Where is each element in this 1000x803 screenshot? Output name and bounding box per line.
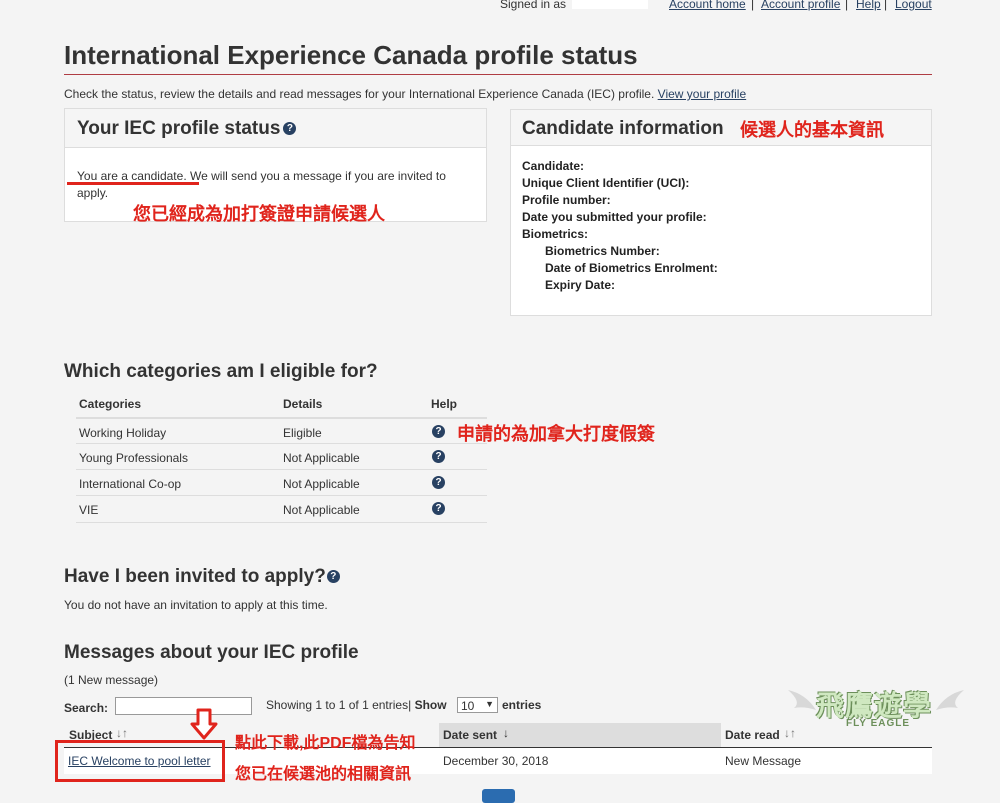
help-icon[interactable]: ? (432, 502, 445, 515)
intro-sentence: Check the status, review the details and… (64, 87, 655, 101)
annotation-underline (67, 182, 199, 185)
intro-text: Check the status, review the details and… (64, 87, 746, 101)
arrow-down-icon (190, 708, 218, 740)
expiry-date-label: Expiry Date: (545, 278, 616, 292)
title-divider (64, 74, 932, 75)
entries-separator: | (408, 698, 412, 712)
nav-separator: | (751, 0, 755, 11)
category-details: Not Applicable (283, 451, 360, 465)
profile-status-title: Your IEC profile status? (77, 118, 297, 140)
column-header-help: Help (431, 397, 458, 411)
account-profile-link[interactable]: Account profile (761, 0, 840, 11)
table-row: Working Holiday Eligible ? (76, 417, 487, 445)
help-icon[interactable]: ? (432, 425, 445, 438)
logout-link[interactable]: Logout (895, 0, 932, 11)
watermark-subtext: FLY EAGLE (846, 718, 911, 729)
help-link[interactable]: Help (856, 0, 881, 11)
page-title: International Experience Canada profile … (64, 40, 638, 70)
help-icon[interactable]: ? (432, 476, 445, 489)
entries-per-page-value: 10 (461, 699, 475, 713)
messages-heading: Messages about your IEC profile (64, 642, 359, 663)
invited-heading-text: Have I been invited to apply? (64, 566, 326, 587)
sort-icon: ↓↑ (116, 726, 128, 740)
signed-in-label: Signed in as (500, 0, 567, 11)
table-row: International Co-op Not Applicable ? (76, 469, 487, 496)
date-sent-header-label: Date sent (443, 728, 498, 742)
category-details: Not Applicable (283, 477, 360, 491)
profile-number-label: Profile number: (522, 193, 611, 207)
invited-heading: Have I been invited to apply?? (64, 566, 340, 588)
search-label: Search: (64, 701, 109, 715)
annotation-highlight-box (55, 740, 225, 782)
candidate-info-header: Candidate information 候選人的基本資訊 (511, 110, 931, 146)
table-row: Young Professionals Not Applicable ? (76, 443, 487, 470)
annotation-pool-note: 您已在候選池的相關資訊 (235, 766, 412, 783)
profile-status-text: You are a candidate. We will send you a … (77, 168, 472, 202)
column-header-date-sent[interactable]: Date sent ↓ (439, 723, 721, 747)
nav-separator: | (845, 0, 849, 11)
column-header-details: Details (283, 397, 323, 411)
message-date-read: New Message (725, 754, 802, 768)
new-message-count: (1 New message) (64, 673, 159, 687)
category-details: Eligible (283, 426, 322, 440)
candidate-label: Candidate: (522, 159, 585, 173)
showing-entries-text: Showing 1 to 1 of 1 entries (266, 698, 409, 712)
annotation-candidate-note: 您已經成為加打簽證申請候選人 (133, 204, 385, 224)
view-profile-link[interactable]: View your profile (658, 87, 747, 101)
annotation-working-holiday: 申請的為加拿大打度假簽 (457, 424, 655, 444)
column-header-categories: Categories (79, 397, 142, 411)
search-input[interactable] (115, 697, 252, 715)
entries-label: entries (502, 698, 542, 712)
help-icon[interactable]: ? (326, 570, 340, 584)
category-details: Not Applicable (283, 503, 360, 517)
entries-info: Showing 1 to 1 of 1 entries| Show (266, 698, 447, 712)
entries-per-page-select[interactable]: 10 ▼ (457, 697, 498, 713)
category-name: Young Professionals (79, 451, 188, 465)
signed-in-user-box (572, 0, 648, 9)
category-name: International Co-op (79, 477, 182, 491)
top-nav: Signed in as Account home | Account prof… (0, 0, 1000, 13)
invitation-status-text: You do not have an invitation to apply a… (64, 598, 328, 612)
biometrics-label: Biometrics: (522, 227, 589, 241)
category-name: VIE (79, 503, 99, 517)
date-read-header-label: Date read (725, 728, 780, 742)
help-icon[interactable]: ? (283, 122, 297, 136)
category-name: Working Holiday (79, 426, 167, 440)
biometrics-date-label: Date of Biometrics Enrolment: (545, 261, 718, 275)
help-icon[interactable]: ? (432, 450, 445, 463)
nav-separator: | (884, 0, 888, 11)
candidate-info-title: Candidate information (522, 118, 724, 139)
biometrics-number-label: Biometrics Number: (545, 244, 660, 258)
annotation-candidate-info: 候選人的基本資訊 (740, 120, 884, 140)
watermark-logo: 飛鷹遊學 FLY EAGLE (786, 680, 966, 734)
sort-desc-icon: ↓ (503, 726, 509, 740)
account-home-link[interactable]: Account home (669, 0, 746, 11)
message-date-sent: December 30, 2018 (443, 754, 549, 768)
candidate-status: You are a candidate. (77, 169, 187, 183)
show-label: Show (414, 698, 447, 712)
chevron-down-icon: ▼ (485, 699, 494, 709)
profile-status-header: Your IEC profile status? (65, 109, 486, 148)
annotation-download-note: 點此下載,此PDF檔為告知 (235, 735, 416, 752)
profile-status-title-text: Your IEC profile status (77, 118, 281, 139)
uci-label: Unique Client Identifier (UCI): (522, 176, 690, 190)
pagination-current-page[interactable] (482, 789, 515, 803)
date-submitted-label: Date you submitted your profile: (522, 210, 707, 224)
profile-status-panel: Your IEC profile status? You are a candi… (64, 108, 487, 224)
table-row: VIE Not Applicable ? (76, 495, 487, 523)
candidate-info-panel: Candidate information 候選人的基本資訊 Candidate… (510, 109, 932, 316)
categories-heading: Which categories am I eligible for? (64, 361, 378, 382)
